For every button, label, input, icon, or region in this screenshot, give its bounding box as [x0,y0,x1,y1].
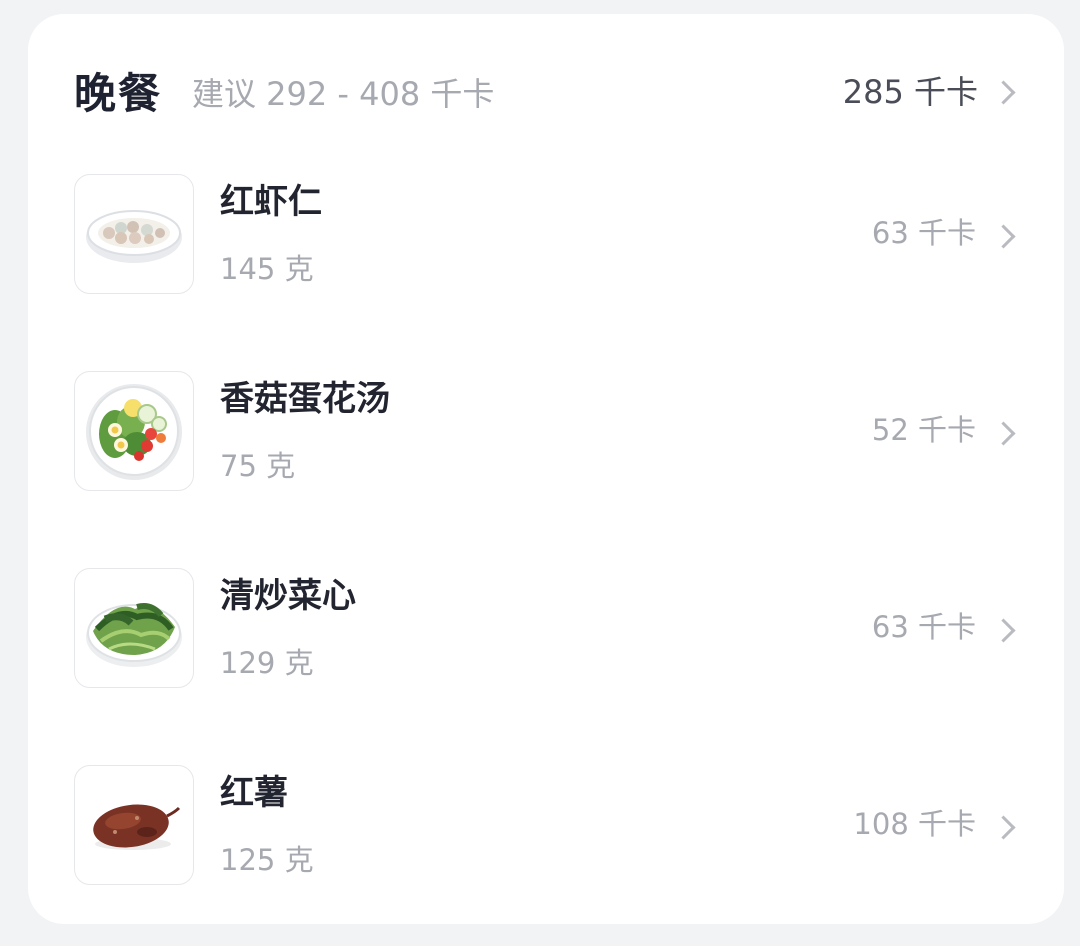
salad-plate-icon [74,371,194,491]
chevron-right-icon[interactable] [991,618,1016,643]
meal-title: 晚餐 [74,69,163,118]
food-name: 红虾仁 [220,182,322,222]
food-weight: 129 克 [220,646,314,680]
shrimp-plate-icon [74,174,194,294]
chevron-right-icon[interactable] [991,224,1016,249]
suggested-calories: 建议 292 - 408 千卡 [192,75,495,113]
food-calories: 63 千卡 [871,610,976,644]
food-name: 清炒菜心 [220,576,356,616]
food-calories: 108 千卡 [853,807,976,841]
food-item-sweet-potato[interactable]: 红薯 125 克 108 千卡 [28,765,1064,925]
food-weight: 145 克 [220,252,314,286]
sweet-potato-icon [74,765,194,885]
food-weight: 75 克 [220,449,296,483]
food-item-mushroom-egg-soup[interactable]: 香菇蛋花汤 75 克 52 千卡 [28,371,1064,531]
food-name: 香菇蛋花汤 [220,379,390,419]
food-name: 红薯 [220,773,288,813]
greens-plate-icon [74,568,194,688]
food-calories: 63 千卡 [871,216,976,250]
food-item-stir-fried-greens[interactable]: 清炒菜心 129 克 63 千卡 [28,568,1064,728]
chevron-right-icon[interactable] [991,421,1016,446]
meal-total-calories: 285 千卡 [842,73,978,111]
food-weight: 125 克 [220,843,314,877]
dinner-card: 晚餐 建议 292 - 408 千卡 285 千卡 红虾仁 145 克 63 千… [28,14,1064,924]
chevron-right-icon[interactable] [991,80,1016,105]
food-calories: 52 千卡 [871,413,976,447]
chevron-right-icon[interactable] [991,815,1016,840]
food-item-shrimp[interactable]: 红虾仁 145 克 63 千卡 [28,174,1064,334]
meal-header[interactable]: 晚餐 建议 292 - 408 千卡 285 千卡 [28,14,1064,164]
